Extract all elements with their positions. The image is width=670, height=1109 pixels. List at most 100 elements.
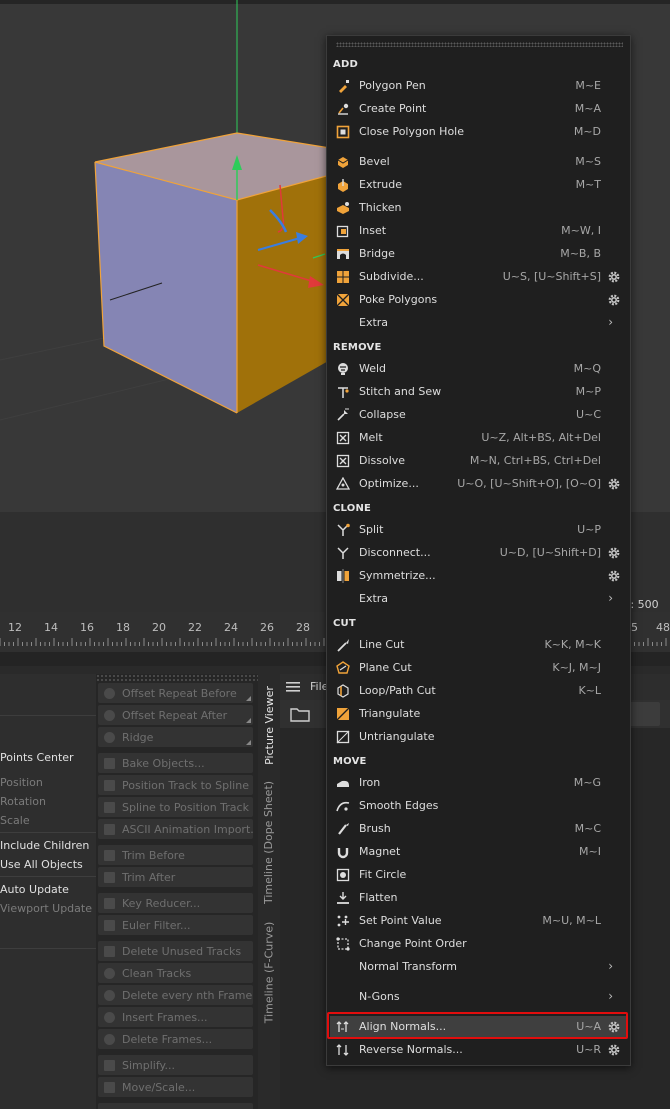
menu-item-loop-path-cut[interactable]: Loop/Path Cut K~L bbox=[330, 680, 627, 702]
gear-icon[interactable] bbox=[607, 569, 621, 583]
folder-icon[interactable] bbox=[290, 706, 310, 722]
delete-frames-button[interactable]: Delete Frames... bbox=[98, 1029, 253, 1049]
menu-item-label: Iron bbox=[359, 776, 381, 789]
button-label: Bake Objects... bbox=[122, 756, 205, 770]
option-viewport-update[interactable]: Viewport Update bbox=[0, 902, 92, 915]
menu-item-shortcut: M~N, Ctrl+BS, Ctrl+Del bbox=[469, 454, 601, 467]
menu-item-thicken[interactable]: Thicken bbox=[330, 197, 627, 219]
menu-item-create-point[interactable]: Create Point M~A bbox=[330, 98, 627, 120]
menu-item-untriangulate[interactable]: Untriangulate bbox=[330, 726, 627, 748]
menu-item-label: Subdivide... bbox=[359, 270, 424, 283]
gear-icon[interactable] bbox=[607, 1043, 621, 1057]
menu-item-set-point-value[interactable]: Set Point Value M~U, M~L bbox=[330, 910, 627, 932]
thicken-icon bbox=[337, 202, 349, 214]
menu-item-shortcut: M~E bbox=[575, 79, 601, 92]
button-label: Trim Before bbox=[122, 848, 185, 862]
menu-item-fit-circle[interactable]: Fit Circle bbox=[330, 864, 627, 886]
menu-item-line-cut[interactable]: Line Cut K~K, M~K bbox=[330, 634, 627, 656]
line-cut-icon bbox=[337, 639, 349, 652]
trim-before-button[interactable]: Trim Before bbox=[98, 845, 253, 865]
tab-timeline-dope-sheet[interactable]: Timeline (Dope Sheet) bbox=[258, 780, 280, 904]
tab-picture-viewer[interactable]: Picture Viewer bbox=[258, 680, 280, 770]
menu-item-shortcut: M~G bbox=[573, 776, 601, 789]
menu-item-poke-polygons[interactable]: Poke Polygons bbox=[330, 289, 627, 311]
option-include-children[interactable]: Include Children bbox=[0, 839, 89, 852]
menu-item-magnet[interactable]: Magnet M~I bbox=[330, 841, 627, 863]
menu-item-label: Collapse bbox=[359, 408, 406, 421]
gear-icon[interactable] bbox=[607, 293, 621, 307]
delete-every-nth-frame-button[interactable]: Delete every nth Frame... bbox=[98, 985, 253, 1005]
menu-item-plane-cut[interactable]: Plane Cut K~J, M~J bbox=[330, 657, 627, 679]
menu-item-melt[interactable]: Melt U~Z, Alt+BS, Alt+Del bbox=[330, 427, 627, 449]
menu-item-bridge[interactable]: Bridge M~B, B bbox=[330, 243, 627, 265]
menu-item-extra[interactable]: Extra › bbox=[330, 312, 627, 334]
offset-repeat-after-button[interactable]: Offset Repeat After bbox=[98, 705, 253, 725]
menu-item-optimize[interactable]: Optimize... U~O, [U~Shift+O], [O~O] bbox=[330, 473, 627, 495]
menu-item-close-polygon-hole[interactable]: Close Polygon Hole M~D bbox=[330, 121, 627, 143]
menu-item-polygon-pen[interactable]: Polygon Pen M~E bbox=[330, 75, 627, 97]
clean-tracks-button[interactable]: Clean Tracks bbox=[98, 963, 253, 983]
menu-item-triangulate[interactable]: Triangulate bbox=[330, 703, 627, 725]
button-label: Delete every nth Frame... bbox=[122, 988, 253, 1002]
menu-item-stitch-and-sew[interactable]: Stitch and Sew M~P bbox=[330, 381, 627, 403]
spline-to-position-track-button[interactable]: Spline to Position Track bbox=[98, 797, 253, 817]
menu-item-shortcut: U~P bbox=[577, 523, 601, 536]
menu-item-iron[interactable]: Iron M~G bbox=[330, 772, 627, 794]
menu-item-change-point-order[interactable]: Change Point Order bbox=[330, 933, 627, 955]
menu-item-extrude[interactable]: Extrude M~T bbox=[330, 174, 627, 196]
trim-after-button[interactable]: Trim After bbox=[98, 867, 253, 887]
menu-item-reverse-normals[interactable]: Reverse Normals... U~R bbox=[330, 1039, 627, 1061]
menu-item-split[interactable]: Split U~P bbox=[330, 519, 627, 541]
menu-item-label: Optimize... bbox=[359, 477, 419, 490]
delete-unused-tracks-button[interactable]: Delete Unused Tracks bbox=[98, 941, 253, 961]
gear-icon[interactable] bbox=[607, 270, 621, 284]
menu-item-inset[interactable]: Inset M~W, I bbox=[330, 220, 627, 242]
menu-item-subdivide[interactable]: Subdivide... U~S, [U~Shift+S] bbox=[330, 266, 627, 288]
option-auto-update[interactable]: Auto Update bbox=[0, 883, 69, 896]
menu-item-brush[interactable]: Brush M~C bbox=[330, 818, 627, 840]
menu-item-label: Inset bbox=[359, 224, 387, 237]
ascii-animation-import-button[interactable]: ASCII Animation Import... bbox=[98, 819, 253, 839]
menu-item-dissolve[interactable]: Dissolve M~N, Ctrl+BS, Ctrl+Del bbox=[330, 450, 627, 472]
euler-filter-button[interactable]: Euler Filter... bbox=[98, 915, 253, 935]
menu-item-shortcut: M~D bbox=[573, 125, 601, 138]
option-rotation[interactable]: Rotation bbox=[0, 795, 46, 808]
bake-objects-button[interactable]: Bake Objects... bbox=[98, 753, 253, 773]
gear-icon[interactable] bbox=[607, 546, 621, 560]
menu-item-bevel[interactable]: Bevel M~S bbox=[330, 151, 627, 173]
poke-polygons-icon bbox=[336, 293, 350, 307]
key-reducer-button[interactable]: Key Reducer... bbox=[98, 893, 253, 913]
menu-item-weld[interactable]: Weld M~Q bbox=[330, 358, 627, 380]
gear-icon[interactable] bbox=[607, 477, 621, 491]
command-icon bbox=[104, 823, 115, 835]
option-scale[interactable]: Scale bbox=[0, 814, 30, 827]
option-position[interactable]: Position bbox=[0, 776, 43, 789]
tab-timeline-f-curve[interactable]: Timeline (F-Curve) bbox=[258, 921, 280, 1023]
menu-grip[interactable] bbox=[336, 42, 623, 47]
menu-item-n-gons[interactable]: N-Gons › bbox=[330, 986, 627, 1008]
menu-item-shortcut: M~Q bbox=[573, 362, 601, 375]
menu-item-disconnect[interactable]: Disconnect... U~D, [U~Shift+D] bbox=[330, 542, 627, 564]
menu-item-flatten[interactable]: Flatten bbox=[330, 887, 627, 909]
tab-label: Timeline (Dope Sheet) bbox=[262, 780, 276, 904]
hamburger-menu-icon[interactable] bbox=[286, 681, 300, 693]
menu-item-label: Split bbox=[359, 523, 384, 536]
position-track-to-spline-button[interactable]: Position Track to Spline bbox=[98, 775, 253, 795]
menu-item-normal-transform[interactable]: Normal Transform › bbox=[330, 956, 627, 978]
smooth-edges-icon bbox=[336, 801, 350, 812]
menu-item-extra[interactable]: Extra › bbox=[330, 588, 627, 610]
menu-item-symmetrize[interactable]: Symmetrize... bbox=[330, 565, 627, 587]
ridge-button[interactable]: Ridge bbox=[98, 727, 253, 747]
command-icon bbox=[104, 989, 115, 1001]
menu-item-smooth-edges[interactable]: Smooth Edges bbox=[330, 795, 627, 817]
menu-item-collapse[interactable]: Collapse U~C bbox=[330, 404, 627, 426]
move-scale-button[interactable]: Move/Scale... bbox=[98, 1077, 253, 1097]
bridge-icon bbox=[337, 249, 349, 259]
divider bbox=[0, 876, 96, 877]
option-use-all-objects[interactable]: Use All Objects bbox=[0, 858, 83, 871]
offset-repeat-before-button[interactable]: Offset Repeat Before bbox=[98, 683, 253, 703]
simplify-button[interactable]: Simplify... bbox=[98, 1055, 253, 1075]
option-points-center[interactable]: Points Center bbox=[0, 751, 74, 764]
insert-frames-button[interactable]: Insert Frames... bbox=[98, 1007, 253, 1027]
button-label: Clean Tracks bbox=[122, 966, 192, 980]
